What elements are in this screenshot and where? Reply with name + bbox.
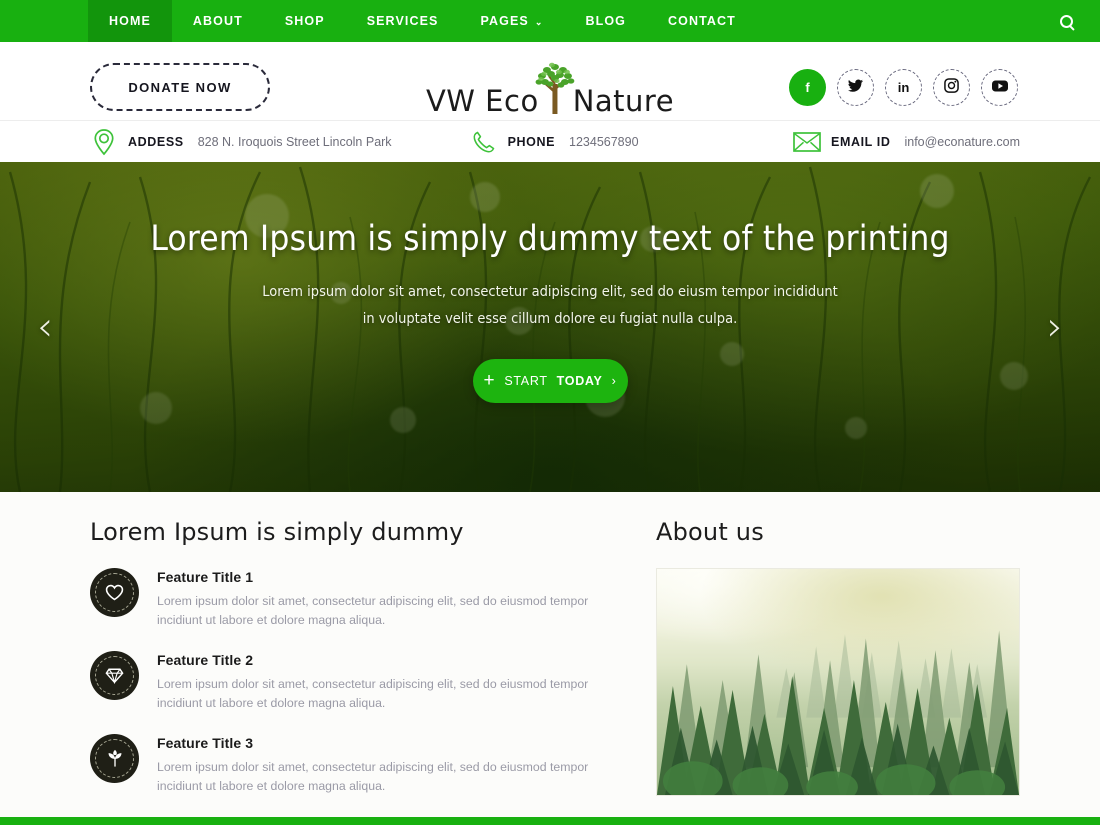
search-button[interactable]: [1032, 0, 1100, 42]
address-label: ADDESS: [128, 134, 184, 149]
nav-item-label: ABOUT: [192, 14, 243, 28]
contact-info-bar: ADDESS 828 N. Iroquois Street Lincoln Pa…: [0, 120, 1100, 162]
nav-item-label: SERVICES: [366, 14, 439, 28]
site-footer: Eco Nature WordPress Theme.: [0, 817, 1100, 825]
feature-text: Feature Title 3 Lorem ipsum dolor sit am…: [157, 734, 610, 796]
plus-icon: +: [483, 369, 496, 391]
feature-text: Feature Title 2 Lorem ipsum dolor sit am…: [157, 651, 610, 713]
main-content: Lorem Ipsum is simply dummy Feature Titl…: [0, 492, 1100, 817]
leaf-icon[interactable]: [90, 734, 139, 783]
hero-subtitle-line-1: Lorem ipsum dolor sit amet, consectetur …: [262, 284, 838, 300]
feature-description: Lorem ipsum dolor sit amet, consectetur …: [157, 677, 589, 710]
phone-label: PHONE: [507, 134, 556, 149]
about-column: About us: [656, 518, 1020, 817]
start-today-strong: TODAY: [556, 374, 603, 388]
feature-item: Feature Title 1 Lorem ipsum dolor sit am…: [90, 568, 610, 630]
facebook-icon: f: [805, 79, 810, 95]
about-section-title: About us: [656, 518, 764, 546]
site-header: DONATE NOW VW Eco Nature f in ADDESS 828…: [0, 42, 1100, 162]
slider-next-button[interactable]: ›: [1038, 304, 1072, 350]
nav-item-label: PAGES: [480, 14, 529, 28]
instagram-icon: [944, 78, 959, 96]
contact-address: ADDESS 828 N. Iroquois Street Lincoln Pa…: [90, 128, 392, 156]
feature-title: Feature Title 3: [157, 735, 254, 751]
nav-item-home[interactable]: HOME: [88, 0, 172, 42]
feature-title: Feature Title 2: [157, 652, 254, 668]
page-root: HOME ABOUT SHOP SERVICES PAGES ⌄ BLOG CO…: [0, 0, 1100, 825]
nav-item-contact[interactable]: CONTACT: [647, 0, 757, 42]
contact-phone: PHONE 1234567890: [470, 128, 639, 156]
logo-text-left: VW Eco: [425, 84, 539, 118]
linkedin-icon: in: [897, 79, 910, 95]
start-today-button[interactable]: + START TODAY ›: [472, 359, 628, 403]
donate-now-button[interactable]: DONATE NOW: [90, 63, 270, 111]
hero-title: Lorem Ipsum is simply dummy text of the …: [150, 219, 950, 259]
twitter-icon: [848, 79, 863, 95]
site-logo[interactable]: VW Eco Nature: [426, 58, 674, 118]
heart-icon[interactable]: [90, 568, 139, 617]
nav-item-list: HOME ABOUT SHOP SERVICES PAGES ⌄ BLOG CO…: [88, 0, 757, 42]
nav-item-services[interactable]: SERVICES: [346, 0, 460, 42]
nav-item-label: SHOP: [284, 14, 325, 28]
feature-description: Lorem ipsum dolor sit amet, consectetur …: [157, 594, 589, 627]
nav-item-blog[interactable]: BLOG: [564, 0, 647, 42]
chevron-down-icon: ⌄: [534, 16, 544, 27]
social-linkedin-button[interactable]: in: [885, 68, 922, 106]
social-links: f in: [789, 68, 1018, 106]
phone-value: 1234567890: [569, 134, 639, 149]
slider-prev-button[interactable]: ‹: [28, 304, 62, 350]
hero-subtitle: Lorem ipsum dolor sit amet, consectetur …: [0, 279, 1100, 333]
diamond-icon[interactable]: [90, 651, 139, 700]
youtube-icon: [991, 80, 1008, 95]
feature-title: Feature Title 1: [157, 569, 254, 585]
chevron-right-icon: ›: [611, 374, 617, 388]
features-section-title: Lorem Ipsum is simply dummy: [90, 518, 464, 546]
location-pin-icon: [90, 128, 118, 156]
hero-slider: Lorem Ipsum is simply dummy text of the …: [0, 162, 1100, 492]
email-value: info@econature.com: [904, 134, 1020, 149]
search-icon: [1059, 14, 1073, 28]
hero-content: Lorem Ipsum is simply dummy text of the …: [0, 162, 1100, 403]
social-instagram-button[interactable]: [933, 68, 970, 106]
social-facebook-button[interactable]: f: [789, 68, 826, 106]
nav-item-label: BLOG: [585, 14, 626, 28]
phone-icon: [470, 128, 498, 156]
envelope-icon: [793, 128, 821, 156]
header-main-row: DONATE NOW VW Eco Nature f in: [0, 56, 1100, 118]
social-twitter-button[interactable]: [837, 68, 874, 106]
chevron-left-icon: ‹: [37, 304, 53, 350]
address-value: 828 N. Iroquois Street Lincoln Park: [197, 134, 392, 149]
nav-item-label: HOME: [109, 14, 151, 28]
email-label: EMAIL ID: [831, 134, 891, 149]
hero-subtitle-line-2: in voluptate velit esse cillum dolore eu…: [362, 311, 738, 327]
top-navigation-bar: HOME ABOUT SHOP SERVICES PAGES ⌄ BLOG CO…: [0, 0, 1100, 42]
start-today-prefix: START: [504, 374, 548, 388]
nav-item-label: CONTACT: [668, 14, 736, 28]
about-forest-image: [656, 568, 1020, 796]
tree-icon: [533, 58, 577, 116]
logo-text-right: Nature: [572, 84, 675, 118]
feature-description: Lorem ipsum dolor sit amet, consectetur …: [157, 760, 589, 793]
social-youtube-button[interactable]: [981, 68, 1018, 106]
feature-item: Feature Title 2 Lorem ipsum dolor sit am…: [90, 651, 610, 713]
features-column: Lorem Ipsum is simply dummy Feature Titl…: [90, 518, 610, 817]
feature-item: Feature Title 3 Lorem ipsum dolor sit am…: [90, 734, 610, 796]
donate-now-label: DONATE NOW: [128, 79, 232, 95]
nav-item-about[interactable]: ABOUT: [172, 0, 264, 42]
feature-text: Feature Title 1 Lorem ipsum dolor sit am…: [157, 568, 610, 630]
contact-email: EMAIL ID info@econature.com: [793, 128, 1020, 156]
nav-item-pages[interactable]: PAGES ⌄: [459, 0, 564, 42]
chevron-right-icon: ›: [1047, 304, 1063, 350]
nav-item-shop[interactable]: SHOP: [264, 0, 346, 42]
